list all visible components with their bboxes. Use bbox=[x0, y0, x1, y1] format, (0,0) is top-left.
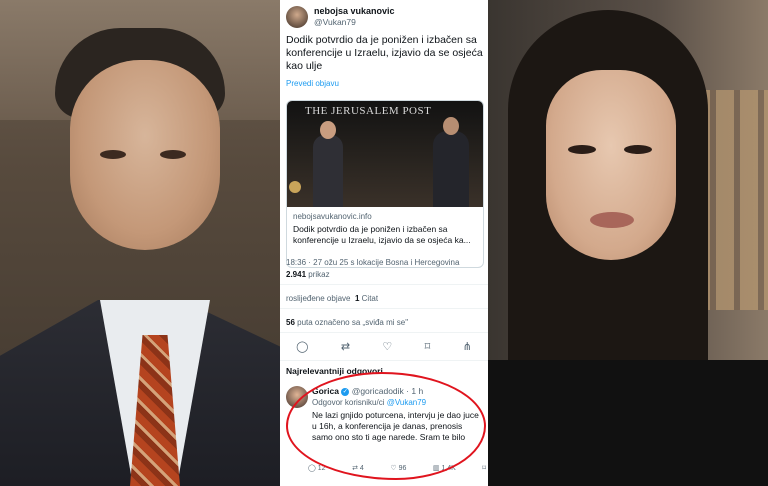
card-title: Dodik potvrdio da je ponižen i izbačen s… bbox=[293, 224, 471, 245]
face bbox=[70, 60, 220, 250]
tweet-timestamp[interactable]: 18:36 · 27 ožu 25 s lokacije Bosna i Her… bbox=[286, 258, 484, 267]
left-eye bbox=[100, 150, 126, 159]
right-eye bbox=[160, 150, 186, 159]
quotes-prefix: roslijeđene objave bbox=[286, 294, 351, 303]
right-eye bbox=[624, 145, 652, 154]
share-icon[interactable]: ⋔ bbox=[463, 340, 472, 353]
lips bbox=[590, 212, 634, 228]
author-handle[interactable]: @Vukan79 bbox=[314, 17, 484, 27]
quotes-label: Citat bbox=[361, 294, 379, 303]
bookmark-icon[interactable]: ⌑ bbox=[425, 340, 431, 353]
views-count: 2.941 bbox=[286, 270, 307, 279]
author-avatar[interactable] bbox=[286, 6, 308, 28]
reply-icon[interactable]: ◯ bbox=[296, 340, 308, 353]
card-brand: THE JERUSALEM POST bbox=[305, 105, 432, 117]
reply-bookmark-icon[interactable]: ⌑ bbox=[482, 464, 486, 472]
left-photo bbox=[0, 0, 280, 486]
divider bbox=[280, 332, 488, 333]
link-card[interactable]: THE JERUSALEM POST nebojsavukanovic.info… bbox=[286, 100, 484, 268]
translate-link[interactable]: Prevedi objavu bbox=[286, 79, 484, 88]
left-eye bbox=[568, 145, 596, 154]
author-name[interactable]: nebojsa vukanovic bbox=[314, 6, 484, 16]
card-logo-icon bbox=[289, 181, 301, 193]
card-person bbox=[433, 117, 469, 207]
right-photo bbox=[488, 0, 768, 486]
divider bbox=[280, 284, 488, 285]
quotes-count: 1 bbox=[354, 294, 360, 303]
retweet-icon[interactable]: ⇄ bbox=[341, 340, 350, 353]
card-person bbox=[313, 121, 343, 207]
clothing bbox=[488, 360, 768, 486]
likes-label: puta označeno sa „sviđa mi se" bbox=[297, 318, 409, 327]
like-icon[interactable]: ♡ bbox=[382, 340, 392, 353]
quotes-row[interactable]: roslijeđene objave 1 Citat bbox=[286, 294, 484, 303]
likes-row[interactable]: 56 puta označeno sa „sviđa mi se" bbox=[286, 318, 484, 327]
tweet-actions: ◯ ⇄ ♡ ⌑ ⋔ bbox=[280, 336, 488, 356]
tweet-views: 2.941 prikaz bbox=[286, 270, 484, 279]
likes-count: 56 bbox=[286, 318, 295, 327]
tweet-text: Dodik potvrdio da je ponižen i izbačen s… bbox=[286, 34, 483, 72]
card-domain: nebojsavukanovic.info bbox=[293, 212, 372, 221]
views-label: prikaz bbox=[308, 270, 330, 279]
divider bbox=[280, 308, 488, 309]
face bbox=[546, 70, 676, 260]
divider bbox=[280, 360, 488, 361]
card-image: THE JERUSALEM POST bbox=[287, 101, 483, 207]
